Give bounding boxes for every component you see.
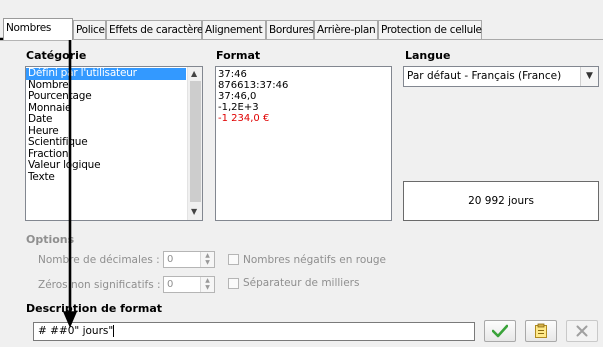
annotation-arrow xyxy=(0,37,78,328)
tab-nombres[interactable]: Nombres xyxy=(3,18,73,40)
tab-label: Nombres xyxy=(6,22,52,34)
